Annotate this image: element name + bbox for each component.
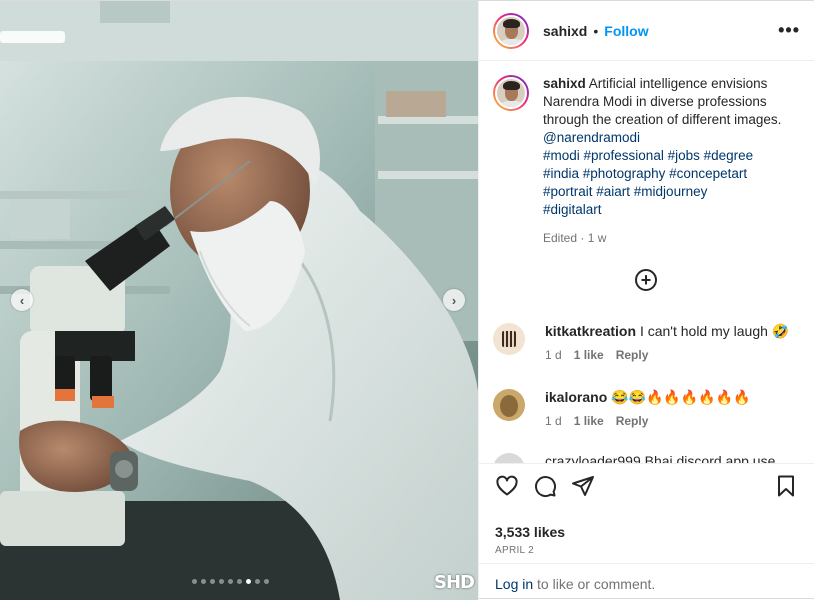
comment: ikalorano 😂😂🔥🔥🔥🔥🔥🔥 1 d 1 like Reply: [493, 389, 751, 428]
comment-text: 😂😂🔥🔥🔥🔥🔥🔥: [611, 389, 751, 405]
previous-image-button[interactable]: ‹: [11, 289, 33, 311]
login-link[interactable]: Log in: [495, 576, 533, 592]
commenter-avatar[interactable]: [493, 323, 525, 355]
post-date[interactable]: APRIL 2: [495, 545, 534, 556]
caption-username[interactable]: sahixd: [543, 76, 586, 91]
lab-scene-illustration: [0, 1, 478, 600]
comment-icon[interactable]: [533, 474, 557, 503]
commenter-avatar[interactable]: [493, 389, 525, 421]
load-more-comments-icon[interactable]: +: [635, 269, 657, 291]
caption-hashtags[interactable]: #modi #professional #jobs #degree: [543, 148, 753, 163]
bookmark-icon[interactable]: [774, 474, 798, 503]
carousel-indicator: [192, 579, 269, 584]
follow-button[interactable]: Follow: [604, 23, 648, 39]
carousel-dot: [201, 579, 206, 584]
comment-likes[interactable]: 1 like: [574, 414, 604, 428]
caption-mention[interactable]: @narendramodi: [543, 130, 640, 145]
login-prompt-text: to like or comment.: [533, 576, 656, 592]
next-image-button[interactable]: ›: [443, 289, 465, 311]
caption-hashtags[interactable]: #portrait #aiart #midjourney: [543, 184, 707, 199]
carousel-dot: [255, 579, 260, 584]
share-icon[interactable]: [571, 474, 595, 503]
commenter-avatar[interactable]: [493, 453, 525, 463]
caption-hashtags[interactable]: #india #photography #concepetart: [543, 166, 747, 181]
post-comments-area[interactable]: sahixd Artificial intelligence envisions…: [479, 61, 814, 463]
comment-likes[interactable]: 1 like: [574, 348, 604, 362]
chevron-left-icon: ‹: [19, 292, 25, 308]
carousel-dot: [264, 579, 269, 584]
caption-hashtags[interactable]: #digitalart: [543, 202, 602, 217]
reply-button[interactable]: Reply: [616, 348, 649, 362]
comment-age[interactable]: 1 d: [545, 348, 562, 362]
carousel-dot: [192, 579, 197, 584]
heart-icon[interactable]: [495, 474, 519, 503]
carousel-dot: [228, 579, 233, 584]
comment-username[interactable]: ikalorano: [545, 389, 607, 405]
caption: sahixd Artificial intelligence envisions…: [479, 61, 814, 247]
separator-dot: •: [593, 22, 599, 39]
author-username[interactable]: sahixd: [543, 23, 587, 39]
carousel-dot: [246, 579, 251, 584]
login-prompt: Log in to like or comment.: [479, 563, 814, 600]
carousel-dot: [237, 579, 242, 584]
post-header: sahixd • Follow •••: [479, 1, 814, 61]
comment: kitkatkreation I can't hold my laugh 🤣 1…: [493, 323, 789, 362]
caption-text: sahixd Artificial intelligence envisions…: [543, 75, 788, 247]
author-avatar[interactable]: [493, 12, 529, 49]
watermark-logo: SHD: [434, 572, 475, 593]
carousel-dot: [219, 579, 224, 584]
reply-button[interactable]: Reply: [616, 414, 649, 428]
comment-text: I can't hold my laugh 🤣: [639, 323, 790, 339]
more-options-icon[interactable]: •••: [778, 20, 800, 41]
comment-age[interactable]: 1 d: [545, 414, 562, 428]
action-bar: [479, 463, 814, 513]
caption-edited-time: Edited · 1 w: [543, 231, 607, 245]
likes-count[interactable]: 3,533 likes: [495, 524, 565, 540]
post-side-panel: sahixd • Follow ••• sahixd Artificial in…: [478, 1, 814, 600]
comment-text: crazyloader999 Bhai discord app use: [545, 453, 776, 463]
caption-author-avatar[interactable]: [493, 75, 529, 111]
comment-username[interactable]: kitkatkreation: [545, 323, 636, 339]
chevron-right-icon: ›: [451, 292, 457, 308]
carousel-dot: [210, 579, 215, 584]
post-image[interactable]: ‹ › SHD: [0, 1, 478, 600]
partially-visible-comment: crazyloader999 Bhai discord app use: [493, 453, 775, 463]
post-dialog: ‹ › SHD sahixd • Follow ••• sahixd Artif…: [0, 0, 814, 600]
